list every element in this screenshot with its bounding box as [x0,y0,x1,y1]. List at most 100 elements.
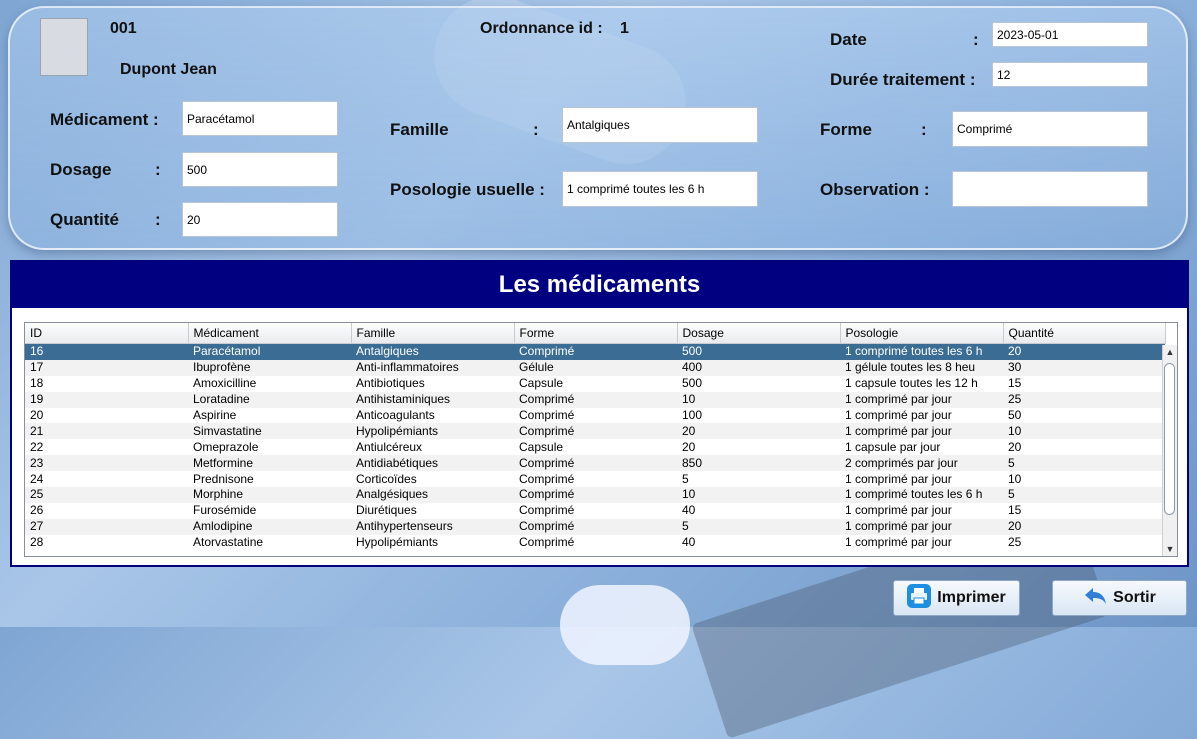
table-row[interactable]: 20 Aspirine Anticoagulants Comprimé 100 1 com… [25,408,1165,424]
table-cell: Amoxicilline [193,376,257,391]
table-cell: 1 comprimé par jour [840,423,1003,440]
scroll-thumb[interactable] [1164,363,1175,515]
table-cell: 25 [25,487,188,503]
vertical-scrollbar[interactable]: ▲ ▼ [1162,345,1177,556]
table-cell: Antibiotiques [356,376,425,391]
table-cell: Hypolipémiants [356,535,439,550]
table-cell: 5 [677,518,840,535]
table-cell: 20 [1003,343,1165,360]
table-cell: 1 comprimé par jour [845,503,952,518]
background-mouse [560,585,690,665]
table-cell: Analgésiques [351,487,514,503]
table-cell: Antiulcéreux [356,439,423,454]
column-header[interactable]: Forme [514,323,678,344]
date-field[interactable]: 2023-05-01 [992,22,1148,47]
table-cell: Corticoïdes [356,471,417,486]
table-cell: 24 [30,471,44,486]
table-cell: 40 [682,535,696,550]
print-button[interactable]: Imprimer [893,580,1020,616]
table-row[interactable]: 24 Prednisone Corticoïdes Comprimé 5 1 compri… [25,471,1165,487]
table-row[interactable]: 17 Ibuprofène Anti-inflammatoires Gélule 400… [25,359,1165,376]
table-row[interactable]: 21 Simvastatine Hypolipémiants Comprimé 20 1 … [25,423,1165,440]
exit-button[interactable]: Sortir [1052,580,1187,616]
table-cell: Paracétamol [188,343,351,360]
table-cell: 1 comprimé par jour [845,471,952,486]
ordonnance-id: 1 [620,20,629,37]
column-header[interactable]: Quantité [1003,323,1166,344]
column-header[interactable]: Famille [351,323,515,344]
table-row[interactable]: 23 Metformine Antidiabétiques Comprimé 850 2 … [25,455,1165,472]
table-cell: 10 [677,391,840,408]
patient-id: 001 [110,20,137,37]
medicament-field[interactable]: Paracétamol [182,101,338,136]
exit-button-label: Sortir [1113,589,1156,606]
medicaments-table[interactable]: ID Médicament Famille Forme Dosage Posologie Q… [24,322,1178,557]
table-cell: 500 [677,343,840,360]
table-cell: 20 [1008,439,1022,454]
famille-colon: : [533,120,539,139]
table-cell: 27 [25,518,188,535]
quantite-colon: : [155,210,161,229]
forme-field[interactable]: Comprimé [952,111,1148,147]
table-row[interactable]: 16 Paracétamol Antalgiques Comprimé 500 1 com… [25,343,1165,360]
table-cell: Anti-inflammatoires [351,359,514,376]
date-label: Date [830,30,867,49]
column-header[interactable]: Posologie [840,323,1004,344]
table-cell: 15 [1008,503,1022,518]
table-cell: Furosémide [193,503,257,518]
table-row[interactable]: 18 Amoxicilline Antibiotiques Capsule 500 1 c… [25,376,1165,392]
table-row[interactable]: 22 Omeprazole Antiulcéreux Capsule 20 1 capsu… [25,439,1165,455]
table-row[interactable]: 25 Morphine Analgésiques Comprimé 10 1 compri… [25,487,1165,503]
posologie-field[interactable]: 1 comprimé toutes les 6 h [562,171,758,207]
scroll-down-icon[interactable]: ▼ [1163,542,1177,556]
table-cell: 850 [677,455,840,472]
table-cell: 18 [30,376,44,391]
forme-colon: : [921,120,927,139]
observation-label: Observation : [820,180,930,199]
column-header[interactable]: ID [25,323,189,344]
table-row[interactable]: 19 Loratadine Antihistaminiques Comprimé 10 1… [25,391,1165,408]
table-cell: 10 [1008,471,1022,486]
table-cell: Antihistaminiques [351,391,514,408]
table-cell: 28 [30,535,44,550]
table-cell: Aspirine [193,408,237,422]
table-cell: 26 [30,503,44,518]
table-cell: 2 comprimés par jour [840,455,1003,472]
table-cell: 1 capsule toutes les 12 h [845,376,978,391]
table-cell: 30 [1003,359,1165,376]
table-cell: 100 [682,408,703,422]
table-cell: Antidiabétiques [351,455,514,472]
table-row[interactable]: 28 Atorvastatine Hypolipémiants Comprimé 40 1… [25,535,1165,551]
scroll-up-icon[interactable]: ▲ [1163,345,1177,359]
table-row[interactable]: 26 Furosémide Diurétiques Comprimé 40 1 compr… [25,503,1165,519]
table-cell: Comprimé [519,471,575,486]
table-cell: 25 [1003,391,1165,408]
table-cell: Morphine [188,487,351,503]
table-cell: 22 [30,439,44,454]
table-cell: 23 [25,455,188,472]
table-cell: 1 gélule toutes les 8 heu [840,359,1003,376]
table-cell: Comprimé [514,423,677,440]
quantite-field[interactable]: 20 [182,202,338,237]
table-cell: 1 comprimé par jour [840,391,1003,408]
table-cell: 20 [1003,518,1165,535]
table-cell: Anticoagulants [356,408,435,422]
table-row[interactable]: 27 Amlodipine Antihypertenseurs Comprimé 5 1 … [25,518,1165,535]
duree-field[interactable]: 12 [992,62,1148,87]
date-colon: : [973,30,979,49]
column-header[interactable]: Dosage [677,323,841,344]
print-button-label: Imprimer [937,589,1006,606]
dosage-field[interactable]: 500 [182,152,338,187]
observation-field[interactable] [952,171,1148,207]
medicament-label: Médicament : [50,110,159,129]
famille-field[interactable]: Antalgiques [562,107,758,143]
table-cell: 5 [682,471,689,486]
back-arrow-icon [1083,586,1107,611]
famille-label: Famille [390,120,449,139]
table-cell: Comprimé [514,455,677,472]
ordonnance-label: Ordonnance id : [480,20,603,37]
table-cell: 10 [677,487,840,503]
table-cell: Capsule [519,439,564,454]
column-header[interactable]: Médicament [188,323,352,344]
table-cell: Omeprazole [193,439,259,454]
